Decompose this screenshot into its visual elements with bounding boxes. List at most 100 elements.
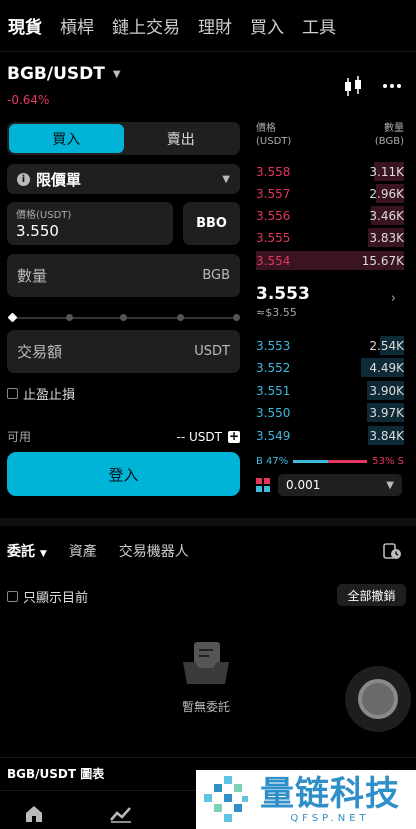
info-icon[interactable]: i xyxy=(17,172,30,186)
ask-price: 3.556 xyxy=(256,208,291,223)
ask-row[interactable]: 3.556 3.46K xyxy=(256,206,404,225)
order-type-label: 限價單 xyxy=(36,170,82,189)
ask-qty: 3.83K xyxy=(369,230,404,245)
bid-row[interactable]: 3.550 3.97K xyxy=(256,403,404,422)
caret-down-icon: ▼ xyxy=(112,68,121,80)
ask-price: 3.558 xyxy=(256,164,291,179)
available-value: -- USDT xyxy=(176,429,222,444)
qty-header: 數量 (BGB) xyxy=(374,123,404,147)
caret-down-icon: ▼ xyxy=(222,173,230,185)
tab-onchain[interactable]: 鏈上交易 xyxy=(112,13,180,38)
available-balance: 可用 -- USDT + xyxy=(7,428,240,445)
tab-assets[interactable]: 資產 xyxy=(69,541,97,561)
slider-stop[interactable] xyxy=(177,314,184,321)
ask-row[interactable]: 3.557 2.96K xyxy=(256,184,404,203)
assistive-touch-button[interactable] xyxy=(345,666,411,732)
bid-row[interactable]: 3.552 4.49K xyxy=(256,358,404,377)
ask-qty: 2.96K xyxy=(369,186,404,201)
empty-document-icon xyxy=(183,642,229,684)
bid-price: 3.552 xyxy=(256,360,291,375)
layout-icon[interactable] xyxy=(256,478,270,492)
sell-tab[interactable]: 賣出 xyxy=(124,124,239,153)
ask-price: 3.555 xyxy=(256,230,291,245)
order-history-icon[interactable] xyxy=(383,543,402,560)
bid-qty: 4.49K xyxy=(369,360,404,375)
tpsl-checkbox[interactable]: 止盈止損 xyxy=(7,384,75,403)
caret-down-icon: ▼ xyxy=(386,479,394,491)
divider xyxy=(0,757,416,758)
tab-spot[interactable]: 現貨 xyxy=(8,13,42,38)
amount-unit: USDT xyxy=(194,344,230,359)
tab-margin[interactable]: 槓桿 xyxy=(60,13,94,38)
last-price[interactable]: 3.553 ≈$3.55 › xyxy=(256,284,404,319)
plus-icon[interactable]: + xyxy=(228,430,240,443)
watermark-url: QFSP.NET xyxy=(290,813,370,824)
candlestick-icon[interactable] xyxy=(343,76,363,98)
ratio-bar xyxy=(293,459,368,463)
last-price-value: 3.553 xyxy=(256,284,310,304)
price-change: -0.64% xyxy=(7,93,50,107)
market-chart-icon[interactable] xyxy=(110,805,132,823)
tpsl-label: 止盈止損 xyxy=(23,388,76,403)
chevron-right-icon: › xyxy=(390,291,396,306)
bid-row[interactable]: 3.549 3.84K xyxy=(256,426,404,445)
price-value: 3.550 xyxy=(16,222,59,240)
tab-tools[interactable]: 工具 xyxy=(302,13,336,38)
only-current-checkbox[interactable]: 只顯示目前 xyxy=(7,587,88,606)
home-icon[interactable] xyxy=(24,805,44,823)
bid-qty: 3.84K xyxy=(369,428,404,443)
only-current-label: 只顯示目前 xyxy=(23,591,89,606)
checkbox-icon[interactable] xyxy=(7,591,18,602)
buy-sell-ratio: B 47% 53% S xyxy=(256,454,404,468)
pair-selector[interactable]: BGB/USDT ▼ xyxy=(7,64,121,84)
bid-qty: 3.90K xyxy=(369,383,404,398)
ask-row[interactable]: 3.555 3.83K xyxy=(256,228,404,247)
tab-orders[interactable]: 委託 ▼ xyxy=(7,541,47,561)
quantity-input[interactable]: 數量 BGB xyxy=(7,254,240,297)
bid-row[interactable]: 3.551 3.90K xyxy=(256,381,404,400)
ask-qty: 3.46K xyxy=(369,208,404,223)
top-nav: 現貨 槓桿 鏈上交易 理財 買入 工具 xyxy=(0,0,416,52)
bid-qty: 3.97K xyxy=(369,405,404,420)
price-label: 價格(USDT) xyxy=(16,210,72,221)
cancel-all-button[interactable]: 全部撤銷 xyxy=(337,584,406,606)
amount-input[interactable]: 交易額 USDT xyxy=(7,330,240,373)
last-price-usd: ≈$3.55 xyxy=(256,306,297,319)
more-icon[interactable] xyxy=(383,84,401,88)
ask-row[interactable]: 3.554 15.67K xyxy=(256,251,404,270)
section-divider xyxy=(0,518,416,526)
orders-tabs: 委託 ▼ 資產 交易機器人 xyxy=(7,541,189,561)
tab-earn[interactable]: 理財 xyxy=(198,13,232,38)
tab-bots[interactable]: 交易機器人 xyxy=(119,541,189,561)
buy-tab[interactable]: 買入 xyxy=(9,124,124,153)
depth-select[interactable]: 0.001 ▼ xyxy=(278,474,402,496)
bbo-button[interactable]: BBO xyxy=(183,202,240,245)
quantity-placeholder: 數量 xyxy=(17,267,48,285)
tab-buy-crypto[interactable]: 買入 xyxy=(250,13,284,38)
bid-row[interactable]: 3.553 2.54K xyxy=(256,336,404,355)
slider-handle[interactable] xyxy=(7,312,18,323)
amount-placeholder: 交易額 xyxy=(17,343,63,361)
ask-qty: 15.67K xyxy=(361,253,404,268)
bid-price: 3.551 xyxy=(256,383,291,398)
price-header: 價格 (USDT) xyxy=(256,123,292,147)
checkbox-icon[interactable] xyxy=(7,388,18,399)
slider-stop[interactable] xyxy=(66,314,73,321)
login-button[interactable]: 登入 xyxy=(7,452,240,496)
buy-ratio-label: B 47% xyxy=(256,455,289,467)
quantity-unit: BGB xyxy=(202,268,230,283)
depth-controls: 0.001 ▼ xyxy=(256,474,404,496)
ask-price: 3.557 xyxy=(256,186,291,201)
bid-price: 3.550 xyxy=(256,405,291,420)
slider-stop[interactable] xyxy=(233,314,240,321)
price-input[interactable]: 價格(USDT) 3.550 xyxy=(7,202,173,245)
ask-row[interactable]: 3.558 3.11K xyxy=(256,162,404,181)
quantity-slider[interactable] xyxy=(7,312,240,324)
watermark-logo-icon xyxy=(204,775,248,822)
order-type-select[interactable]: i 限價單 ▼ xyxy=(7,164,240,194)
depth-value: 0.001 xyxy=(286,478,321,492)
ask-price: 3.554 xyxy=(256,253,291,268)
slider-stop[interactable] xyxy=(120,314,127,321)
watermark: 量链科技 QFSP.NET xyxy=(196,770,416,829)
chart-link[interactable]: BGB/USDT 圖表 xyxy=(7,765,104,782)
